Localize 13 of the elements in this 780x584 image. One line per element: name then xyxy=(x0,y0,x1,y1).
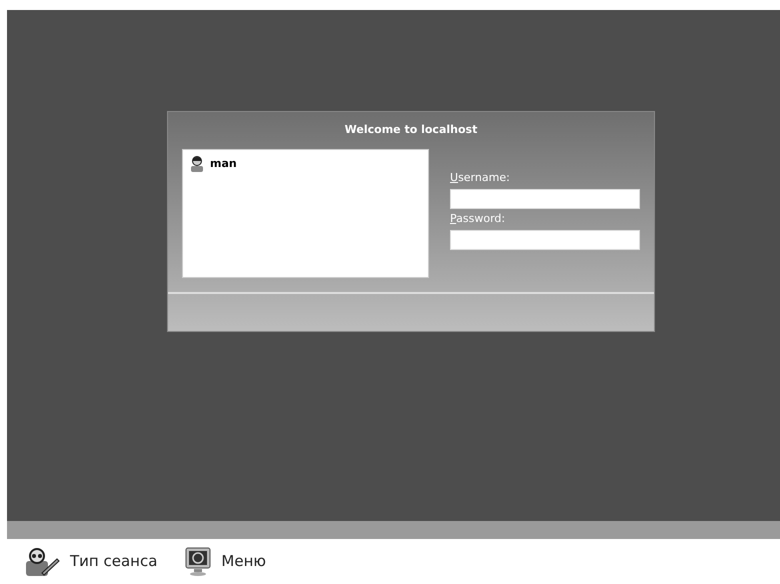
user-icon xyxy=(190,156,204,172)
menu-button[interactable]: Меню xyxy=(185,546,266,576)
user-name: man xyxy=(210,156,237,172)
session-type-button[interactable]: Тип сеанса xyxy=(24,546,158,576)
field-label: Username: xyxy=(450,170,511,184)
monitor-icon xyxy=(185,546,212,576)
input-field[interactable] xyxy=(450,188,640,208)
user-list[interactable]: man xyxy=(182,148,429,278)
user-list-item[interactable]: man xyxy=(189,156,422,172)
field-label: Password: xyxy=(450,212,506,226)
input-field[interactable] xyxy=(450,230,640,250)
dialog-title: Welcome to localhost xyxy=(344,122,478,138)
person-with-pencil-icon xyxy=(24,546,60,576)
